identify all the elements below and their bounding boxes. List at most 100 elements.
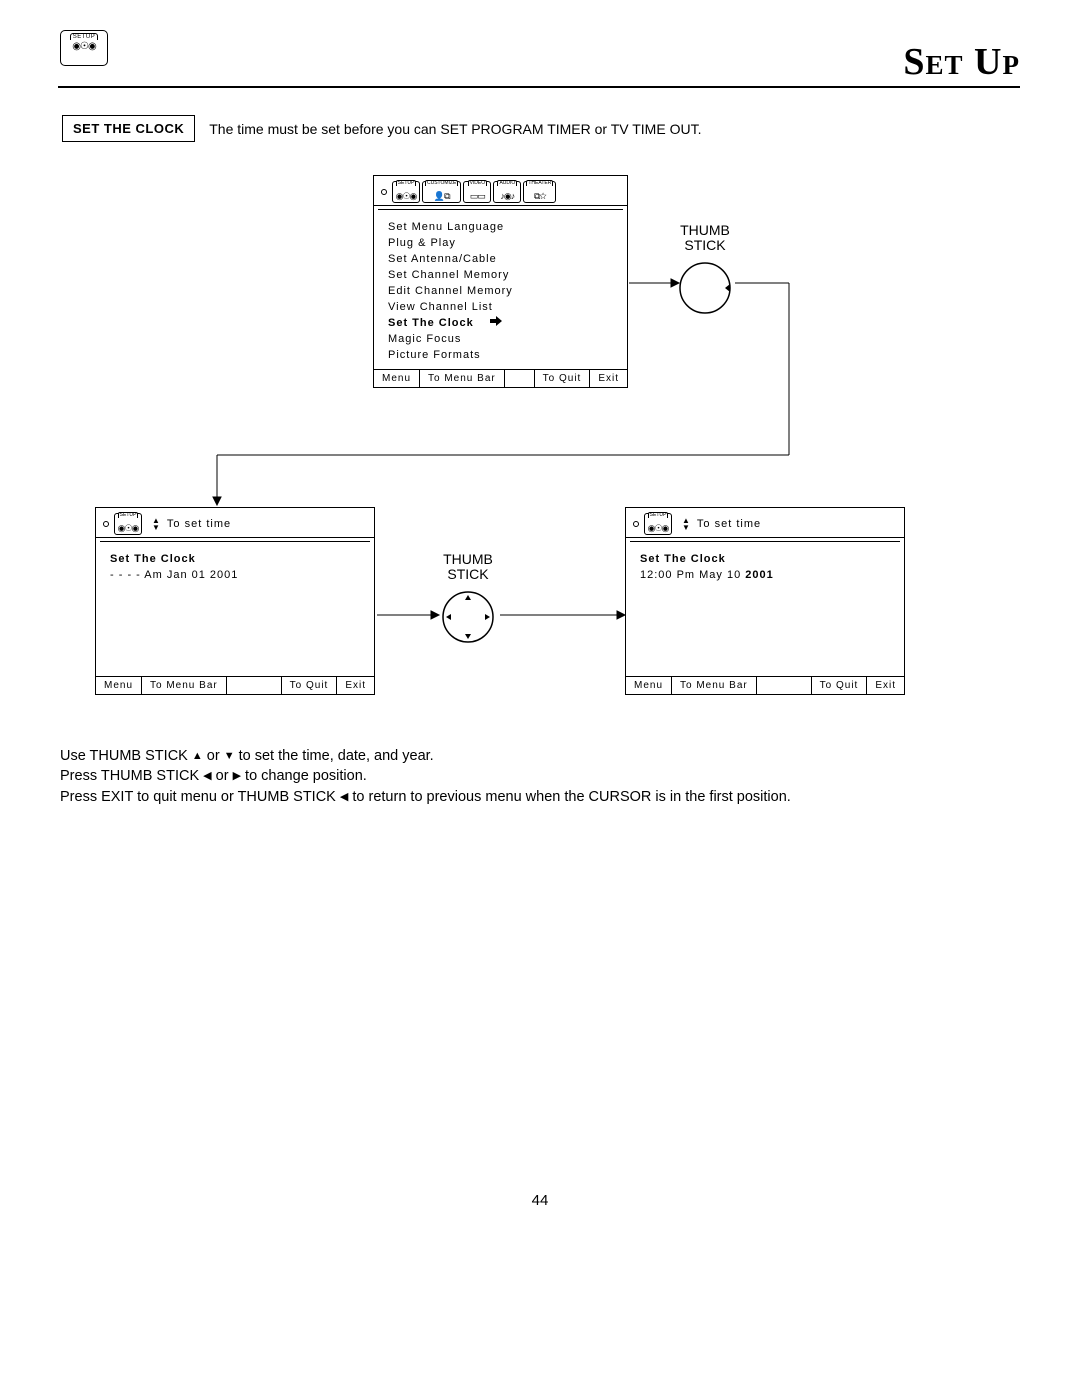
- menu-item[interactable]: Set Channel Memory: [388, 268, 613, 284]
- tab-video[interactable]: VIDEO ▭▭: [463, 181, 491, 203]
- page-title: Set Up: [58, 40, 1020, 88]
- thumb-stick-label: THUMBSTICK: [438, 552, 498, 583]
- text: Press EXIT to quit menu or THUMB STICK: [60, 789, 340, 805]
- up-down-arrows-icon: ▲▼: [152, 517, 161, 531]
- clock-title: Set The Clock: [110, 552, 360, 568]
- audio-glyph-icon: ♪◉♪: [500, 192, 514, 201]
- thumb-stick-right: THUMBSTICK: [675, 223, 735, 318]
- footer-to-quit[interactable]: To Quit: [535, 370, 591, 387]
- to-set-time-label: ▲▼ To set time: [674, 517, 761, 531]
- clock-title: Set The Clock: [640, 552, 890, 568]
- text: to set the time, date, and year.: [235, 748, 434, 764]
- tab-setup[interactable]: SETUP ◉☉◉: [392, 181, 420, 203]
- clock-value-main: 12:00 Pm May 10: [640, 569, 745, 581]
- tab-label: SETUP: [118, 512, 139, 518]
- thumb-stick-middle: THUMBSTICK: [438, 552, 498, 647]
- instructions: Use THUMB STICK ▲ or ▼ to set the time, …: [60, 746, 791, 807]
- tab-label: VIDEO: [468, 180, 488, 186]
- menu-item[interactable]: Edit Channel Memory: [388, 284, 613, 300]
- menu-item[interactable]: Picture Formats: [388, 348, 613, 364]
- footer-exit[interactable]: Exit: [337, 677, 374, 694]
- tab-label: CUSTOMIZE: [425, 180, 458, 186]
- clock-body: Set The Clock 12:00 Pm May 10 2001: [626, 542, 904, 676]
- menu-item-label: Set The Clock: [388, 317, 474, 329]
- text: or: [203, 748, 224, 764]
- highlight-dot-icon: [381, 189, 387, 195]
- menu-item[interactable]: Set Antenna/Cable: [388, 252, 613, 268]
- footer-menu[interactable]: Menu: [374, 370, 420, 387]
- text: Press THUMB STICK: [60, 768, 203, 784]
- tab-label: SETUP: [648, 512, 669, 518]
- highlight-dot-icon: [103, 521, 109, 527]
- menu-item[interactable]: Magic Focus: [388, 332, 613, 348]
- footer-to-menu-bar[interactable]: To Menu Bar: [420, 370, 505, 387]
- footer-bar: Menu To Menu Bar To Quit Exit: [626, 676, 904, 694]
- menu-tab-bar: SETUP ◉☉◉ CUSTOMIZE 👤⧉ VIDEO ▭▭ AUDIO ♪◉…: [374, 176, 627, 206]
- to-set-time-text: To set time: [697, 518, 761, 530]
- clock-value[interactable]: 12:00 Pm May 10 2001: [640, 568, 890, 584]
- triangle-left-icon: ◀: [203, 769, 211, 784]
- menu-item[interactable]: View Channel List: [388, 300, 613, 316]
- arrow-right-icon: [490, 316, 502, 332]
- to-set-time-text: To set time: [167, 518, 231, 530]
- highlight-dot-icon: [633, 521, 639, 527]
- setup-glyph-icon: ◉☉◉: [648, 524, 669, 533]
- tab-setup[interactable]: SETUP ◉☉◉: [114, 513, 142, 535]
- customize-glyph-icon: 👤⧉: [434, 192, 450, 201]
- section-heading-desc: The time must be set before you can SET …: [209, 121, 701, 137]
- clock-value[interactable]: - - - - Am Jan 01 2001: [110, 568, 360, 584]
- footer-to-quit[interactable]: To Quit: [812, 677, 868, 694]
- triangle-up-icon: ▲: [192, 749, 203, 764]
- footer-to-menu-bar[interactable]: To Menu Bar: [672, 677, 757, 694]
- footer-to-quit[interactable]: To Quit: [282, 677, 338, 694]
- tab-setup[interactable]: SETUP ◉☉◉: [644, 513, 672, 535]
- triangle-down-icon: ▼: [224, 749, 235, 764]
- theater-glyph-icon: ⧉☆: [534, 192, 546, 201]
- menu-item-selected[interactable]: Set The Clock: [388, 316, 613, 332]
- menu-list: Set Menu Language Plug & Play Set Antenn…: [374, 210, 627, 369]
- instruction-line-2: Press THUMB STICK ◀ or ▶ to change posit…: [60, 766, 791, 786]
- section-heading-row: SET THE CLOCK The time must be set befor…: [62, 115, 701, 142]
- footer-menu[interactable]: Menu: [96, 677, 142, 694]
- video-glyph-icon: ▭▭: [470, 192, 485, 201]
- tab-customize[interactable]: CUSTOMIZE 👤⧉: [422, 181, 461, 203]
- tab-theater[interactable]: THEATER ⧉☆: [523, 181, 556, 203]
- clock-screen-after: SETUP ◉☉◉ ▲▼ To set time Set The Clock 1…: [625, 507, 905, 695]
- tab-label: AUDIO: [497, 180, 517, 186]
- tab-label: THEATER: [526, 180, 553, 186]
- clock-value-year: 2001: [745, 569, 773, 581]
- section-heading-box: SET THE CLOCK: [62, 115, 195, 142]
- clock-tab-bar: SETUP ◉☉◉ ▲▼ To set time: [626, 508, 904, 538]
- thumb-stick-4way-icon: [438, 587, 498, 647]
- footer-bar: Menu To Menu Bar To Quit Exit: [96, 676, 374, 694]
- triangle-right-icon: ▶: [233, 769, 241, 784]
- menu-item[interactable]: Set Menu Language: [388, 220, 613, 236]
- clock-screen-before: SETUP ◉☉◉ ▲▼ To set time Set The Clock -…: [95, 507, 375, 695]
- clock-tab-bar: SETUP ◉☉◉ ▲▼ To set time: [96, 508, 374, 538]
- setup-glyph-icon: ◉☉◉: [396, 192, 417, 201]
- tab-audio[interactable]: AUDIO ♪◉♪: [493, 181, 521, 203]
- menu-item[interactable]: Plug & Play: [388, 236, 613, 252]
- footer-menu[interactable]: Menu: [626, 677, 672, 694]
- text: to return to previous menu when the CURS…: [348, 789, 790, 805]
- up-down-arrows-icon: ▲▼: [682, 517, 691, 531]
- text: to change position.: [241, 768, 367, 784]
- thumb-stick-icon: [675, 258, 735, 318]
- footer-exit[interactable]: Exit: [867, 677, 904, 694]
- tab-label: SETUP: [396, 180, 417, 186]
- diagram-area: SETUP ◉☉◉ CUSTOMIZE 👤⧉ VIDEO ▭▭ AUDIO ♪◉…: [95, 175, 995, 735]
- menu-screen-top: SETUP ◉☉◉ CUSTOMIZE 👤⧉ VIDEO ▭▭ AUDIO ♪◉…: [373, 175, 628, 388]
- footer-to-menu-bar[interactable]: To Menu Bar: [142, 677, 227, 694]
- footer-exit[interactable]: Exit: [590, 370, 627, 387]
- text: Use THUMB STICK: [60, 748, 192, 764]
- setup-glyph-icon: ◉☉◉: [118, 524, 139, 533]
- to-set-time-label: ▲▼ To set time: [144, 517, 231, 531]
- clock-body: Set The Clock - - - - Am Jan 01 2001: [96, 542, 374, 676]
- setup-icon-label: SETUP: [70, 33, 99, 40]
- text: or: [212, 768, 233, 784]
- page-number: 44: [0, 1192, 1080, 1209]
- thumb-stick-label: THUMBSTICK: [675, 223, 735, 254]
- instruction-line-3: Press EXIT to quit menu or THUMB STICK ◀…: [60, 787, 791, 807]
- footer-bar: Menu To Menu Bar To Quit Exit: [374, 369, 627, 387]
- instruction-line-1: Use THUMB STICK ▲ or ▼ to set the time, …: [60, 746, 791, 766]
